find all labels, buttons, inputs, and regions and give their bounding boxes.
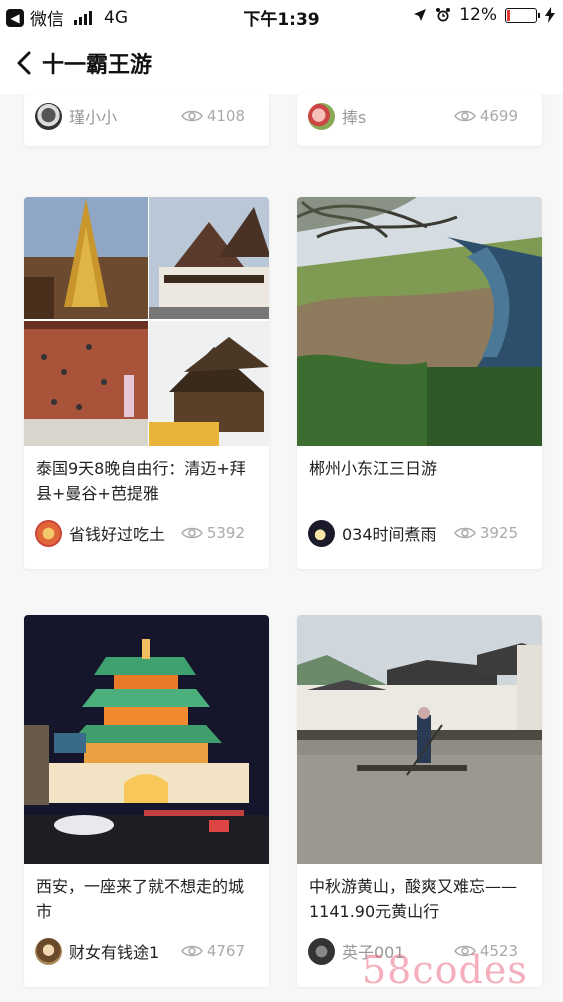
card-meta: 财女有钱途1 4767 xyxy=(35,937,259,965)
author-name: 财女有钱途1 xyxy=(69,943,160,962)
view-count: 4767 xyxy=(180,942,245,960)
watermark: 58codes xyxy=(362,948,528,992)
eye-icon xyxy=(180,945,203,957)
view-count-value: 4108 xyxy=(206,107,245,125)
card-title: 西安，一座来了就不想走的城 市 xyxy=(36,874,259,924)
author-name: 捧s xyxy=(342,108,367,127)
page-title: 十一霸王游 xyxy=(42,53,153,78)
card-cover-image xyxy=(24,615,269,864)
card-title-line: 泰国9天8晚自由行：清迈+拜 xyxy=(36,459,246,478)
eye-icon xyxy=(180,527,203,539)
alarm-clock-icon xyxy=(436,8,451,22)
card-title-line: 西安，一座来了就不想走的城 xyxy=(36,877,245,896)
card-cover-image xyxy=(297,615,542,864)
avatar xyxy=(35,937,62,965)
card-title-line: 郴州小东江三日游 xyxy=(309,459,438,478)
author-name: 瑾小小 xyxy=(69,108,118,127)
travel-card[interactable]: 中秋游黄山，酸爽又难忘—— 1141.90元黄山行 英子001 4523 xyxy=(297,615,542,987)
view-count-value: 5392 xyxy=(206,524,245,542)
eye-icon xyxy=(180,110,203,122)
travel-card[interactable]: 泰国9天8晚自由行：清迈+拜 县+曼谷+芭提雅 省钱好过吃土 5392 xyxy=(24,197,269,569)
status-bar: ◀ 微信 4G 下午1:39 12% xyxy=(0,0,563,32)
view-count: 5392 xyxy=(180,524,245,542)
view-count-value: 4767 xyxy=(206,942,245,960)
card-meta: 省钱好过吃土 5392 xyxy=(35,519,259,547)
avatar xyxy=(35,102,62,130)
travel-card[interactable]: 捧s 4699 xyxy=(297,94,542,146)
view-count-value: 4699 xyxy=(479,107,518,125)
battery-percent: 12% xyxy=(459,5,497,25)
eye-icon xyxy=(453,110,476,122)
location-arrow-icon xyxy=(414,9,427,21)
battery-icon xyxy=(505,7,540,23)
travel-card[interactable]: 西安，一座来了就不想走的城 市 财女有钱途1 4767 xyxy=(24,615,269,987)
back-button[interactable] xyxy=(6,43,42,83)
avatar xyxy=(308,102,335,130)
travel-card[interactable]: 郴州小东江三日游 034时间煮雨 3925 xyxy=(297,197,542,569)
card-title: 郴州小东江三日游 xyxy=(309,456,532,481)
view-count: 4108 xyxy=(180,107,245,125)
card-meta: 瑾小小 4108 xyxy=(35,102,259,130)
card-meta: 034时间煮雨 3925 xyxy=(308,519,532,547)
card-title-line: 市 xyxy=(36,902,53,921)
author-name: 034时间煮雨 xyxy=(342,525,437,544)
card-meta: 捧s 4699 xyxy=(308,102,532,130)
avatar xyxy=(35,519,62,547)
card-title-line: 1141.90元黄山行 xyxy=(309,902,440,921)
lightning-icon xyxy=(545,7,555,23)
card-cover-collage xyxy=(24,197,269,446)
view-count-value: 3925 xyxy=(479,524,518,542)
card-title-line: 县+曼谷+芭提雅 xyxy=(36,484,159,503)
card-cover-image xyxy=(297,197,542,446)
eye-icon xyxy=(453,527,476,539)
author-name: 省钱好过吃土 xyxy=(69,525,166,544)
avatar xyxy=(308,519,335,547)
card-title: 中秋游黄山，酸爽又难忘—— 1141.90元黄山行 xyxy=(309,874,532,924)
nav-bar: 十一霸王游 xyxy=(0,32,563,94)
view-count: 4699 xyxy=(453,107,518,125)
view-count: 3925 xyxy=(453,524,518,542)
travel-card[interactable]: 瑾小小 4108 xyxy=(24,94,269,146)
card-title: 泰国9天8晚自由行：清迈+拜 县+曼谷+芭提雅 xyxy=(36,456,259,506)
chevron-left-icon xyxy=(17,51,31,75)
card-title-line: 中秋游黄山，酸爽又难忘—— xyxy=(309,877,518,896)
avatar xyxy=(308,937,335,965)
